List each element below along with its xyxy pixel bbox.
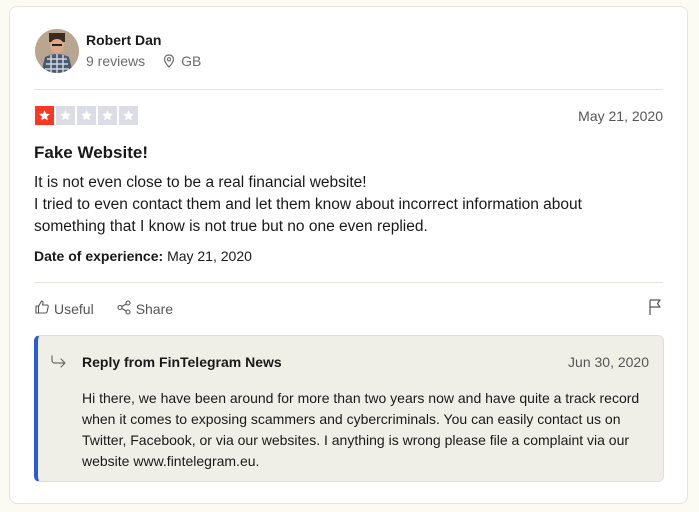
star-icon [77,106,96,125]
reviewer-name[interactable]: Robert Dan [86,32,161,48]
share-label: Share [135,300,174,317]
reply-arrow-icon [50,354,68,373]
review-title[interactable]: Fake Website! [34,143,148,163]
useful-button[interactable]: Useful [34,299,94,318]
star-icon [98,106,117,125]
useful-label: Useful [54,300,94,317]
experience-date: May 21, 2020 [167,248,252,264]
review-actions: Useful Share [34,299,173,318]
reviewer-meta: 9 reviews GB [86,53,201,69]
avatar[interactable] [35,29,79,73]
review-date: May 21, 2020 [578,108,663,124]
star-icon [35,106,54,125]
divider [34,282,663,283]
reply-date: Jun 30, 2020 [568,354,649,370]
reviewer-country: GB [181,53,202,69]
pin-icon [163,54,175,68]
reply-text: Hi there, we have been around for more t… [82,390,640,469]
share-icon [116,299,132,318]
reply-from: Reply from FinTelegram News [82,354,282,370]
review-card: Robert Dan 9 reviews GB May 21, 2020 Fak… [9,6,688,504]
star-icon [119,106,138,125]
share-button[interactable]: Share [116,299,173,318]
star-rating [35,106,138,125]
thumbs-up-icon [34,299,50,318]
star-icon [56,106,75,125]
review-count: 9 reviews [86,53,146,69]
flag-icon[interactable] [647,298,663,321]
review-body: It is not even close to be a real financ… [34,174,582,235]
divider [34,89,663,90]
date-of-experience: Date of experience: May 21, 2020 [34,248,252,264]
company-reply: Reply from FinTelegram News Jun 30, 2020… [34,335,664,482]
experience-label: Date of experience: [34,248,164,264]
